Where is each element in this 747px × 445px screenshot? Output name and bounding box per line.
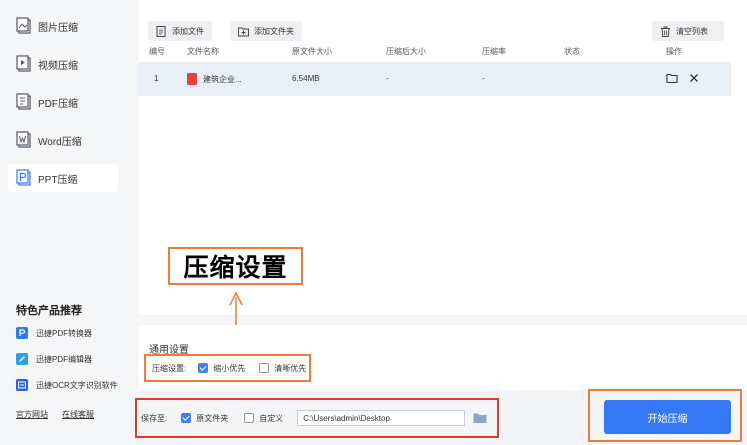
sidebar-item-label: 视频压缩 — [38, 60, 78, 72]
pdf-converter-icon — [16, 327, 28, 339]
col-ratio: 压缩率 — [482, 46, 506, 56]
recommend-label: 迅捷OCR文字识别软件 — [36, 380, 118, 390]
recommend-pdf-converter[interactable]: 迅捷PDF转换器 — [16, 324, 92, 342]
row-filename: 建筑企业... — [203, 75, 242, 84]
row-size: 6.54MB — [292, 74, 320, 83]
table-header: 编号 文件名称 原文件大小 压缩后大小 压缩率 状态 操作 — [139, 43, 747, 59]
official-site-link[interactable]: 官方网站 — [16, 409, 48, 420]
pdf-compress-icon — [16, 93, 32, 111]
row-ratio: - — [482, 74, 485, 83]
option-clarity-priority[interactable]: 清晰优先 — [259, 363, 306, 374]
custom-folder-label: 自定义 — [259, 413, 284, 423]
option-size-priority[interactable]: 缩小优先 — [198, 363, 245, 374]
trash-icon — [661, 26, 670, 37]
col-status: 状态 — [564, 46, 580, 56]
ocr-icon — [16, 379, 28, 391]
clear-list-button[interactable]: 清空列表 — [652, 21, 724, 41]
row-compressed: - — [386, 74, 389, 83]
col-size: 原文件大小 — [292, 46, 332, 56]
col-compressed: 压缩后大小 — [386, 46, 426, 56]
ppt-compress-icon — [16, 169, 32, 187]
sidebar-item-label: Word压缩 — [38, 136, 82, 148]
recommend-title: 特色产品推荐 — [16, 305, 82, 317]
save-path-input[interactable] — [297, 410, 466, 426]
annotation-label: 压缩设置 — [183, 254, 288, 282]
size-priority-checkbox[interactable] — [198, 363, 209, 373]
online-service-link[interactable]: 在线客服 — [62, 409, 94, 420]
col-name: 文件名称 — [187, 46, 219, 56]
col-actions: 操作 — [666, 46, 682, 56]
browse-folder-icon[interactable] — [473, 412, 487, 424]
sidebar-item-pdf-compress[interactable]: PDF压缩 — [8, 88, 118, 116]
start-compress-button[interactable]: 开始压缩 — [604, 400, 731, 434]
close-icon[interactable] — [688, 72, 700, 84]
sidebar-item-label: PPT压缩 — [38, 174, 78, 186]
save-to-label: 保存至: — [141, 413, 168, 423]
save-destination-group: 保存至: 原文件夹 自定义 — [135, 398, 499, 438]
compress-settings-group: 压缩设置: 缩小优先 清晰优先 — [144, 354, 311, 382]
sidebar-item-word-compress[interactable]: Word压缩 — [8, 126, 118, 154]
add-folder-label: 添加文件夹 — [254, 26, 294, 36]
recommend-ocr[interactable]: 迅捷OCR文字识别软件 — [16, 376, 118, 394]
add-folder-icon — [238, 27, 249, 36]
recommend-label: 迅捷PDF编辑器 — [36, 354, 92, 364]
clarity-priority-checkbox[interactable] — [259, 363, 270, 373]
word-compress-icon — [16, 131, 32, 149]
original-folder-label: 原文件夹 — [196, 413, 229, 423]
open-folder-icon[interactable] — [666, 72, 678, 84]
image-compress-icon — [16, 17, 32, 35]
compress-settings-label: 压缩设置: — [152, 363, 187, 373]
option-custom-folder[interactable]: 自定义 — [244, 413, 283, 424]
sidebar-links: 官方网站 在线客服 — [16, 409, 94, 420]
add-file-label: 添加文件 — [172, 26, 204, 36]
recommend-pdf-editor[interactable]: 迅捷PDF编辑器 — [16, 350, 92, 368]
clear-list-label: 清空列表 — [676, 26, 708, 36]
video-compress-icon — [16, 55, 32, 73]
row-index: 1 — [154, 74, 159, 83]
sidebar: 图片压缩 视频压缩 PDF压缩 Word压缩 PPT压缩 特色产品推荐 迅捷PD… — [0, 0, 130, 445]
col-index: 编号 — [149, 46, 165, 56]
ppt-file-icon — [187, 73, 197, 85]
custom-folder-checkbox[interactable] — [244, 413, 255, 423]
add-file-icon — [156, 25, 166, 37]
add-file-button[interactable]: 添加文件 — [148, 21, 212, 41]
sidebar-item-video-compress[interactable]: 视频压缩 — [8, 50, 118, 78]
sidebar-item-label: PDF压缩 — [38, 98, 78, 110]
toolbar: 添加文件 添加文件夹 清空列表 — [139, 0, 747, 41]
recommend-label: 迅捷PDF转换器 — [36, 328, 92, 338]
option-original-folder[interactable]: 原文件夹 — [181, 413, 228, 424]
table-row[interactable]: 1 建筑企业... 6.54MB - - — [139, 62, 731, 96]
annotation-label-box: 压缩设置 — [168, 247, 303, 285]
row-actions — [666, 72, 700, 84]
size-priority-label: 缩小优先 — [213, 363, 246, 373]
sidebar-item-image-compress[interactable]: 图片压缩 — [8, 12, 118, 40]
sidebar-item-label: 图片压缩 — [38, 22, 78, 34]
sidebar-item-ppt-compress[interactable]: PPT压缩 — [8, 164, 118, 192]
clarity-priority-label: 清晰优先 — [274, 363, 307, 373]
original-folder-checkbox[interactable] — [181, 413, 192, 423]
add-folder-button[interactable]: 添加文件夹 — [230, 21, 302, 41]
pdf-editor-icon — [16, 353, 28, 365]
